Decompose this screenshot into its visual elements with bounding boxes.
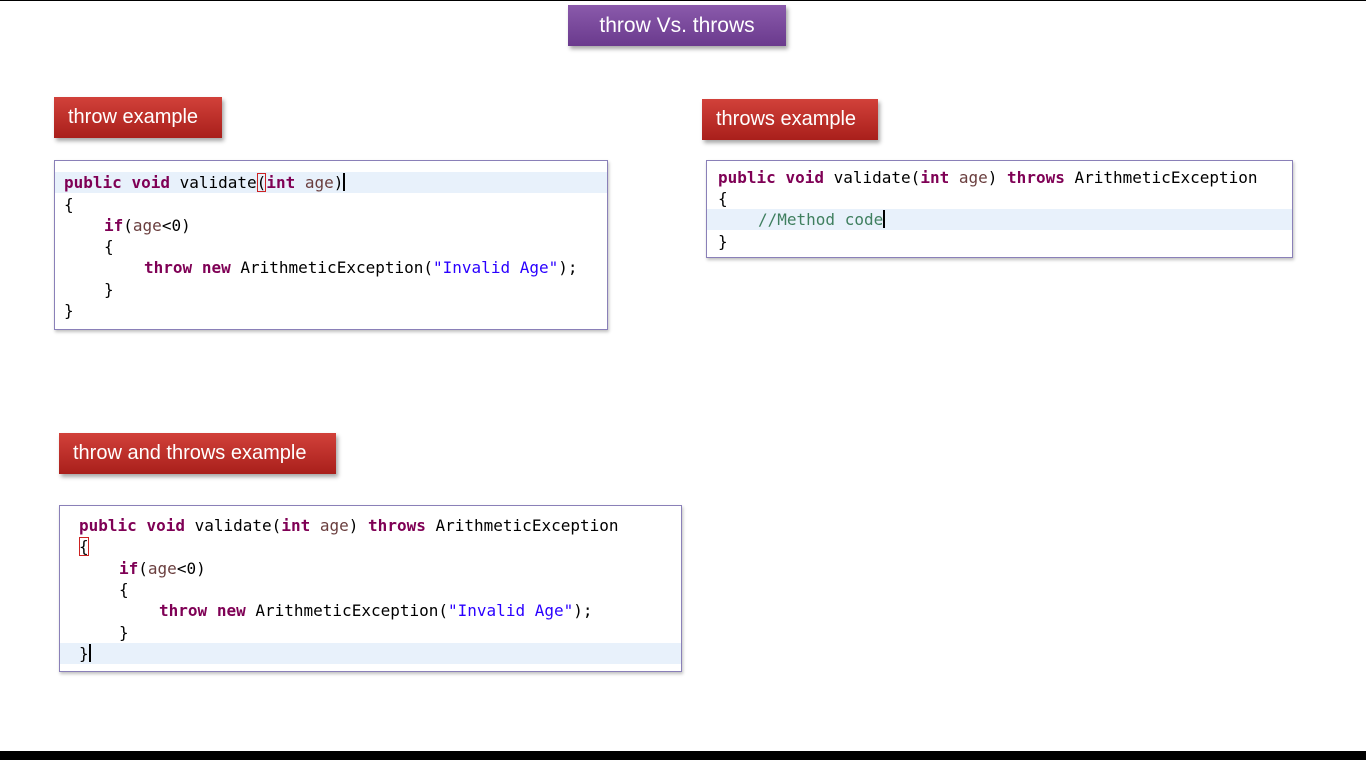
code-line: } [707, 231, 1292, 252]
bottom-bar [0, 751, 1366, 760]
code-text: { [119, 580, 129, 599]
throws-example-code-panel: public void validate(int age) throws Ari… [706, 160, 1293, 258]
code-text: } [64, 301, 74, 320]
code-line: //Method code [707, 209, 1292, 230]
code-text: ); [573, 601, 593, 620]
code-line: public void validate(int age) [55, 172, 607, 193]
code-keyword: void [146, 516, 185, 535]
code-line: throw new ArithmeticException("Invalid A… [55, 257, 607, 278]
code-string: "Invalid Age" [448, 601, 574, 620]
code-keyword: if [119, 559, 139, 578]
matching-bracket-highlight: ( [256, 173, 267, 192]
text-cursor [883, 210, 886, 228]
code-line: if(age<0) [55, 215, 607, 236]
top-border-line [0, 0, 1366, 1]
code-text: ) [348, 516, 359, 535]
code-line: public void validate(int age) throws Ari… [60, 515, 681, 536]
code-keyword: if [104, 216, 124, 235]
code-text: { [64, 195, 74, 214]
code-text: ArithmeticException( [240, 258, 434, 277]
code-text: ) [987, 168, 998, 187]
code-line: { [55, 236, 607, 257]
code-keyword: public [64, 173, 122, 192]
code-text: ) [333, 173, 344, 192]
code-line: { [55, 194, 607, 215]
code-text: <0) [161, 216, 191, 235]
throws-example-label: throws example [702, 99, 878, 140]
code-keyword: public [79, 516, 137, 535]
code-text: { [718, 189, 728, 208]
code-comment: //Method code [758, 210, 884, 229]
code-variable: age [304, 173, 334, 192]
code-keyword: public [718, 168, 776, 187]
code-keyword: new [216, 601, 246, 620]
code-text: ArithmeticException( [255, 601, 449, 620]
code-keyword: new [201, 258, 231, 277]
code-text: ArithmeticException [1074, 168, 1258, 187]
throw-and-throws-example-label: throw and throws example [59, 433, 336, 474]
code-line: public void validate(int age) throws Ari… [707, 167, 1292, 188]
code-line: throw new ArithmeticException("Invalid A… [60, 600, 681, 621]
code-text: validate [179, 173, 257, 192]
code-text: { [104, 237, 114, 256]
matching-bracket-highlight: { [79, 537, 89, 556]
code-keyword: throws [1007, 168, 1065, 187]
code-text: ( [138, 559, 148, 578]
throw-and-throws-example-code-panel: public void validate(int age) throws Ari… [59, 505, 682, 672]
code-line: { [60, 579, 681, 600]
text-cursor [343, 173, 346, 191]
code-line: { [707, 188, 1292, 209]
code-variable: age [132, 216, 162, 235]
code-text: <0) [176, 559, 206, 578]
code-keyword: int [281, 516, 311, 535]
code-line: } [60, 643, 681, 664]
code-keyword: throw [144, 258, 193, 277]
code-keyword: throws [368, 516, 426, 535]
code-variable: age [147, 559, 177, 578]
code-line: if(age<0) [60, 558, 681, 579]
code-text: ); [558, 258, 578, 277]
code-line: { [60, 536, 681, 557]
code-text: ( [123, 216, 133, 235]
code-text: validate( [194, 516, 282, 535]
code-keyword: int [920, 168, 950, 187]
code-line: } [60, 622, 681, 643]
code-text: ArithmeticException [435, 516, 619, 535]
throw-example-code-panel: public void validate(int age) { if(age<0… [54, 160, 608, 330]
text-cursor [88, 644, 91, 662]
code-line: } [55, 300, 607, 321]
code-keyword: throw [159, 601, 208, 620]
code-keyword: int [266, 173, 296, 192]
code-variable: age [958, 168, 988, 187]
code-keyword: void [785, 168, 824, 187]
slide-title: throw Vs. throws [568, 5, 786, 46]
throw-example-label: throw example [54, 97, 222, 138]
code-variable: age [319, 516, 349, 535]
code-text: } [79, 644, 89, 663]
code-text: } [718, 232, 728, 251]
code-keyword: void [131, 173, 170, 192]
code-text: validate( [833, 168, 921, 187]
code-text: } [104, 280, 114, 299]
code-text: } [119, 623, 129, 642]
code-line: } [55, 279, 607, 300]
code-string: "Invalid Age" [433, 258, 559, 277]
